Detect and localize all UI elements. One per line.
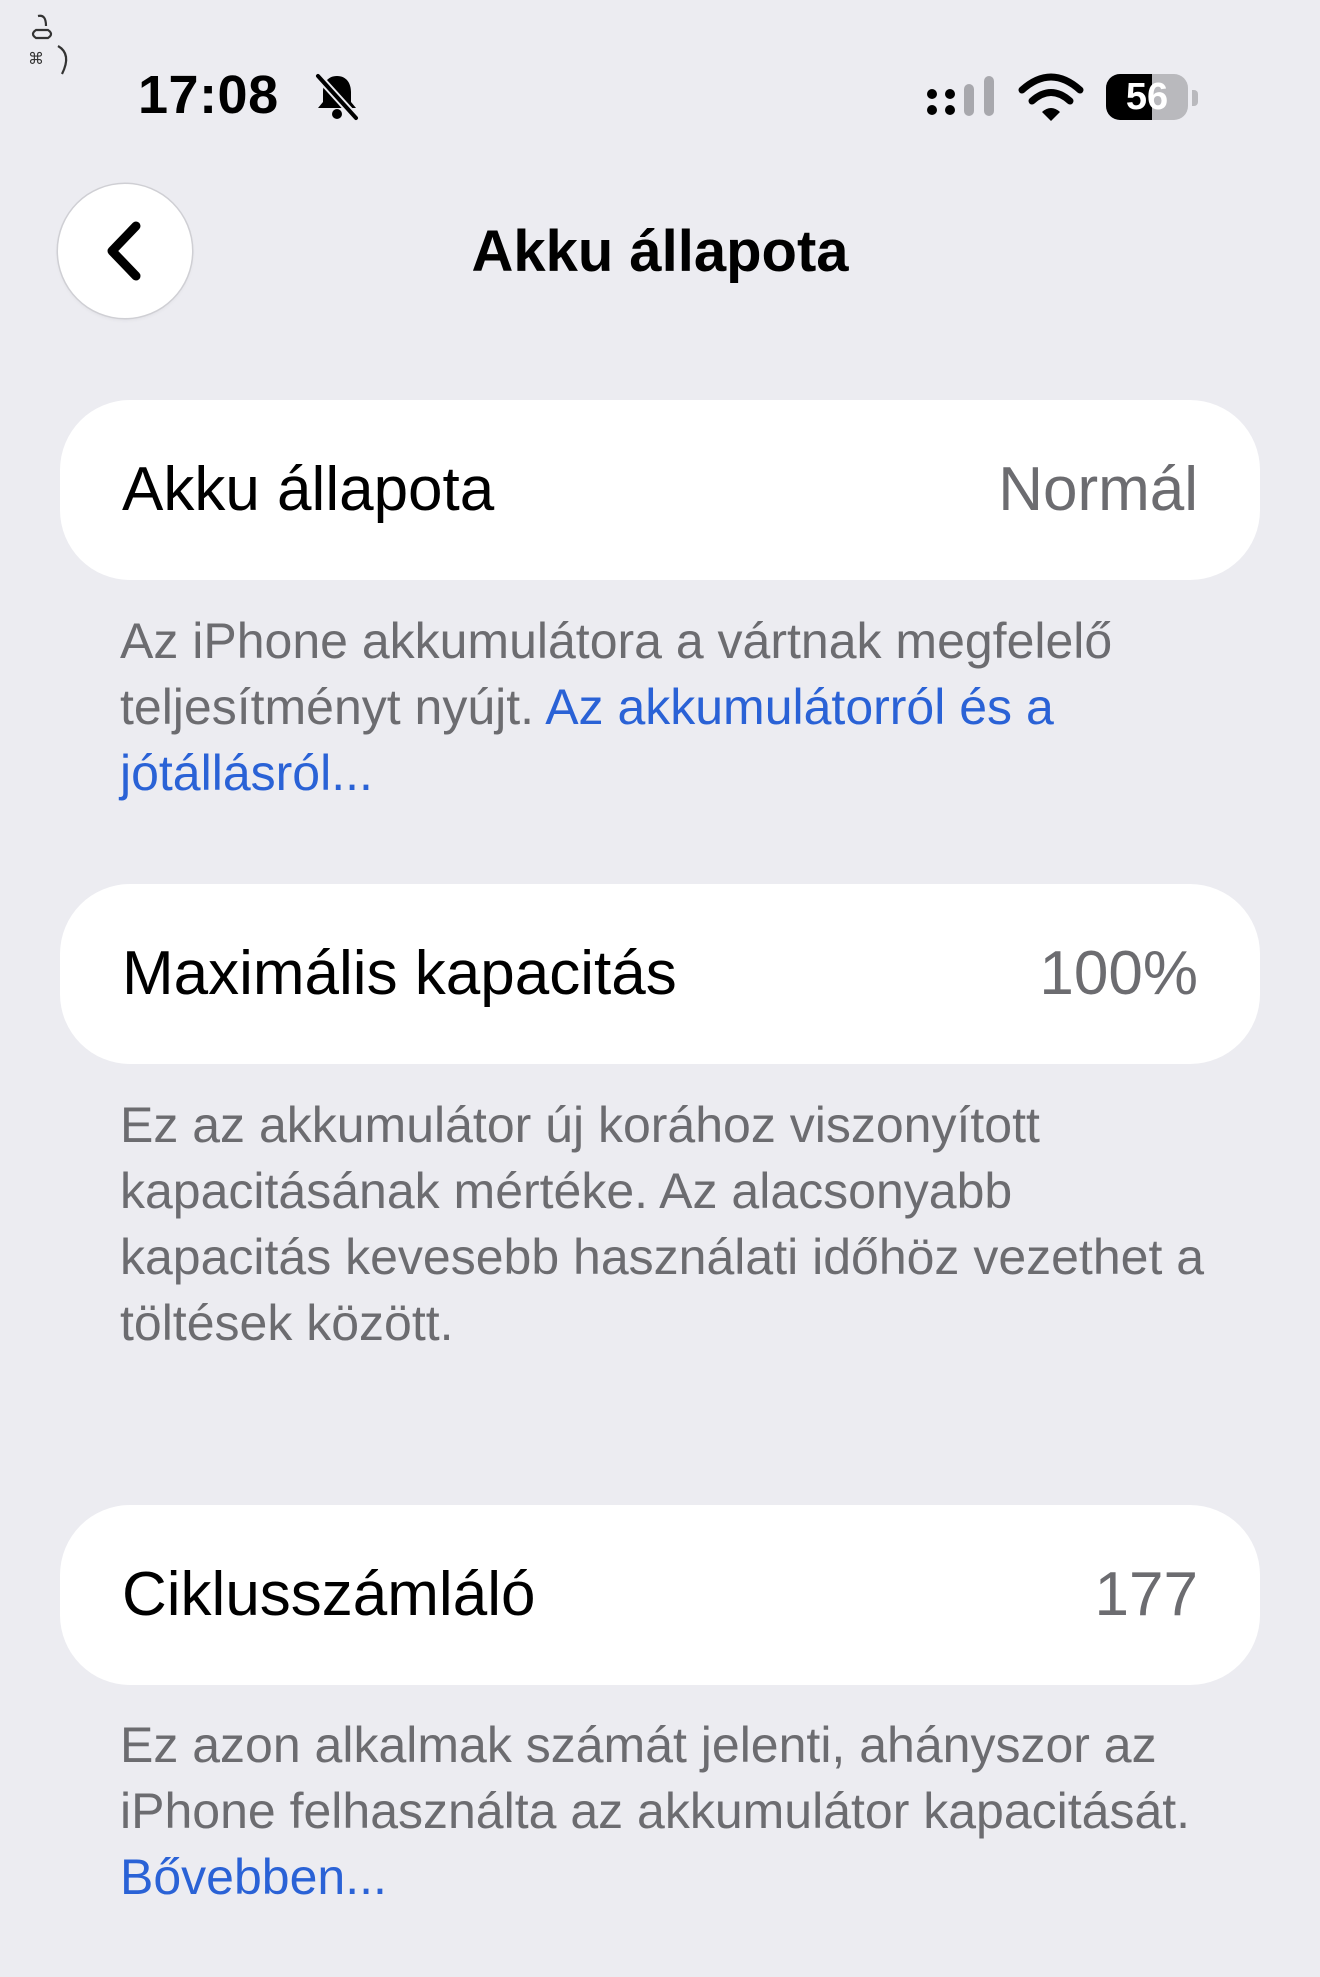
battery-health-row: Akku állapota Normál: [60, 400, 1260, 580]
cycle-count-value: 177: [1094, 1560, 1198, 1629]
page-title: Akku állapota: [471, 219, 849, 284]
chevron-left-icon: [107, 221, 141, 281]
maximum-capacity-description: Ez az akkumulátor új korához viszonyítot…: [120, 1097, 1205, 1351]
battery-cap: [1192, 90, 1198, 106]
maximum-capacity-label: Maximális kapacitás: [122, 939, 677, 1008]
status-time: 17:08: [138, 65, 279, 125]
svg-text:⌘: ⌘: [28, 49, 44, 68]
maximum-capacity-footnote: Ez az akkumulátor új korához viszonyítot…: [120, 1092, 1220, 1356]
back-button[interactable]: [58, 184, 192, 318]
battery-indicator: 56: [1106, 74, 1188, 120]
maximum-capacity-row: Maximális kapacitás 100%: [60, 884, 1260, 1064]
maximum-capacity-value: 100%: [1039, 939, 1198, 1008]
status-bar: ⌘ 17:08 56: [0, 0, 1320, 150]
learn-more-link[interactable]: Bővebben...: [120, 1849, 387, 1905]
cycle-count-description: Ez azon alkalmak számát jelenti, ahánysz…: [120, 1717, 1191, 1839]
cycle-count-row: Ciklusszámláló 177: [60, 1505, 1260, 1685]
bell-slash-icon: [315, 73, 359, 121]
battery-health-footnote: Az iPhone akkumulátora a vártnak megfele…: [120, 608, 1220, 806]
battery-health-label: Akku állapota: [122, 455, 495, 524]
battery-percentage: 56: [1125, 76, 1169, 118]
cycle-count-footnote: Ez azon alkalmak számát jelenti, ahánysz…: [120, 1712, 1220, 1910]
assistive-touch-icon: ⌘: [28, 14, 68, 75]
cycle-count-label: Ciklusszámláló: [122, 1560, 536, 1629]
cellular-signal-icon: [927, 76, 994, 116]
wifi-icon: [1018, 73, 1084, 121]
battery-health-value: Normál: [998, 455, 1198, 524]
